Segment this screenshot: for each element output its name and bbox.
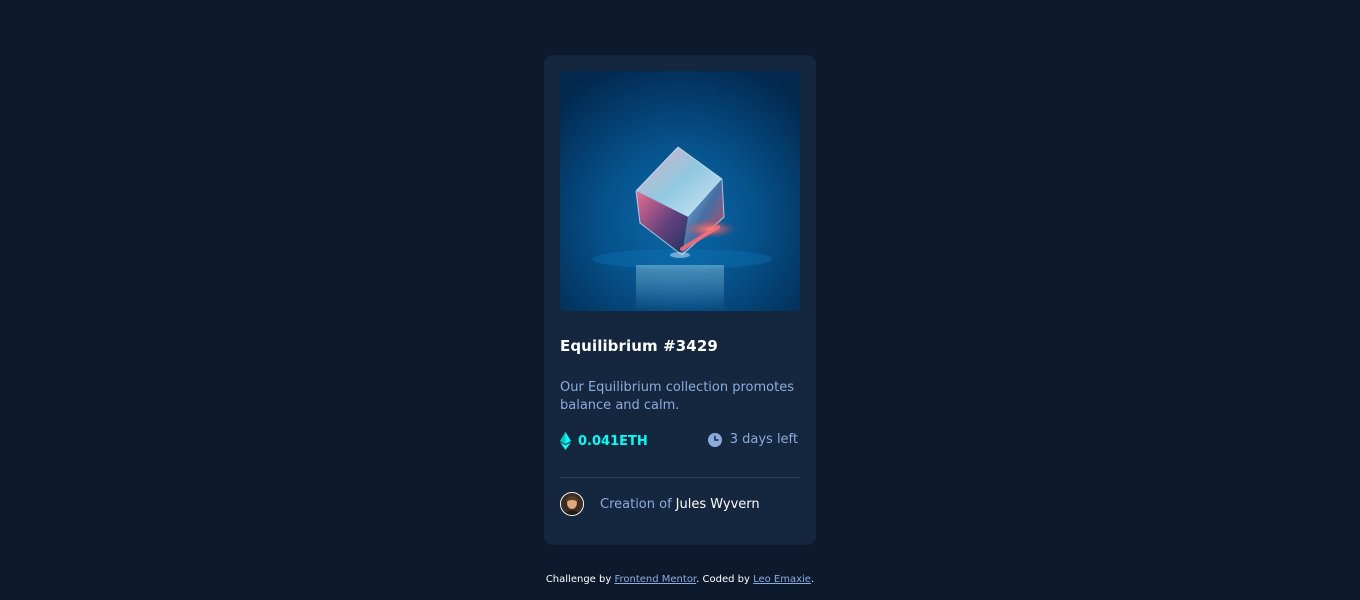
creator-portrait-icon xyxy=(561,493,583,515)
attribution-middle: . Coded by xyxy=(696,574,750,585)
avatar xyxy=(560,492,584,516)
attribution-prefix: Challenge by xyxy=(545,574,612,585)
frontend-mentor-link[interactable]: Frontend Mentor xyxy=(614,574,696,585)
creator-row: Creation of Jules Wyvern xyxy=(560,492,760,516)
nft-image[interactable] xyxy=(560,71,800,311)
page: Equilibrium #3429 Our Equilibrium collec… xyxy=(0,0,1360,600)
attribution-suffix: . xyxy=(810,574,815,585)
time-remaining: 3 days left xyxy=(707,432,798,447)
nft-description: Our Equilibrium collection promotes bala… xyxy=(560,380,794,413)
price: 0.041ETH xyxy=(560,432,648,450)
author-link[interactable]: Leo Emaxie xyxy=(753,574,811,585)
creator-prefix: Creation of xyxy=(600,496,672,512)
ethereum-icon xyxy=(560,432,571,450)
equilibrium-cube-icon xyxy=(560,71,800,311)
nft-title[interactable]: Equilibrium #3429 xyxy=(560,337,718,355)
price-label: 0.041ETH xyxy=(578,433,648,449)
creator-name-link[interactable]: Jules Wyvern xyxy=(676,497,760,512)
attribution: Challenge by Frontend Mentor. Coded by L… xyxy=(0,574,1360,585)
clock-icon xyxy=(707,432,722,447)
time-label: 3 days left xyxy=(729,432,798,447)
divider xyxy=(560,477,800,478)
nft-card: Equilibrium #3429 Our Equilibrium collec… xyxy=(544,55,816,545)
